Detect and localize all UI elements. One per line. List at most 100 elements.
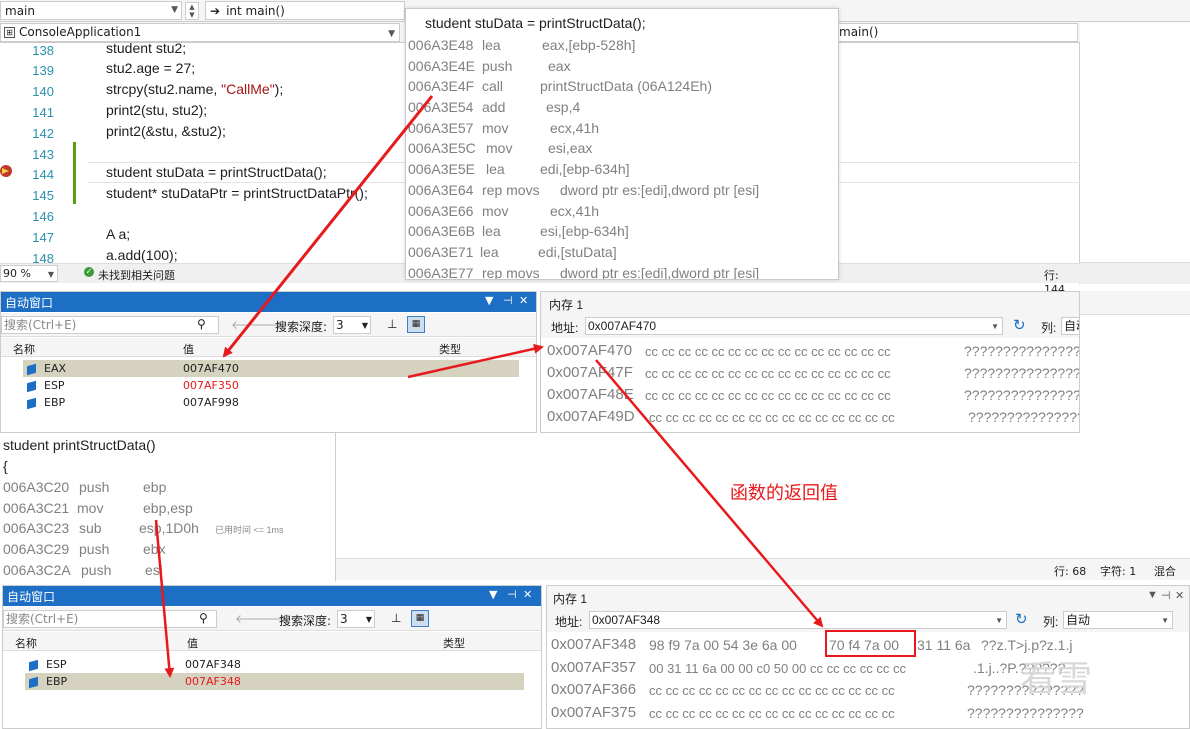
col-value[interactable]: 值 [183, 341, 194, 357]
chevron-down-icon: ▼ [47, 270, 54, 279]
autos-title: 自动窗口 [7, 589, 56, 604]
code-line: student stu2; [106, 40, 187, 56]
refresh-icon[interactable]: ↻ [1013, 316, 1026, 334]
memory-ascii: ??????????????? [964, 365, 1080, 381]
project-icon: ⊞ [4, 27, 15, 38]
chevron-down-icon: ▼ [1161, 616, 1169, 625]
close-icon[interactable]: ✕ [1175, 589, 1184, 602]
col-type[interactable]: 类型 [443, 635, 465, 651]
line-number: 143 [32, 147, 54, 162]
address-input[interactable]: 0x007AF470 ▼ [585, 317, 1003, 335]
search-icon[interactable]: ⚲ [199, 611, 208, 625]
autos-search-bar: 搜索(Ctrl+E) ⚲ 🡐 🡒 搜索深度: 3 ▼ ⊥ ▦ [3, 607, 541, 631]
table-row[interactable]: ESP 007AF348 [25, 656, 524, 673]
pin-icon[interactable]: ⊣ [503, 294, 513, 307]
columns-label: 列: [1041, 321, 1057, 335]
search-icon[interactable]: ⚲ [197, 317, 206, 331]
project-dropdown-label: ConsoleApplication1 [19, 25, 142, 39]
editor-margin-area [1080, 22, 1190, 284]
line-number: 145 [32, 188, 54, 203]
disasm-args: ecx,41h [550, 203, 600, 219]
search-depth-dropdown[interactable]: 3 ▼ [337, 610, 375, 628]
disasm-op: push [79, 479, 110, 495]
function-dropdown[interactable]: ➔ int main() [205, 1, 405, 20]
disasm-op: mov [486, 140, 513, 156]
disasm-addr: 006A3E48 [408, 37, 474, 53]
table-row[interactable]: EBP 007AF348 [25, 673, 524, 690]
disasm-op: sub [79, 520, 102, 536]
code-line: A a; [106, 226, 131, 242]
member-dropdown[interactable]: main() [838, 23, 1078, 42]
address-label: 地址: [551, 321, 579, 335]
disasm-addr: 006A3C23 [3, 520, 70, 536]
memory-address: 0x007AF348 [551, 636, 637, 653]
pin-column-icon[interactable]: ⊥ [387, 317, 397, 331]
zoom-value: 90 % [3, 267, 31, 280]
columns-value: 自动 [1064, 319, 1079, 333]
register-value: 007AF470 [183, 362, 239, 375]
memory-window-top: 内存 1 地址: 0x007AF470 ▼ ↻ 列: 自动 0x007AF470… [540, 291, 1080, 433]
close-icon[interactable]: ✕ [523, 588, 532, 601]
memory-bytes: cc cc cc cc cc cc cc cc cc cc cc cc cc c… [649, 706, 895, 721]
memory-bytes: cc cc cc cc cc cc cc cc cc cc cc cc cc c… [645, 344, 891, 359]
disasm-addr: 006A3E4F [408, 78, 475, 94]
disasm-addr: 006A3E4E [408, 58, 475, 74]
scope-dropdown[interactable]: main ▼ [0, 1, 182, 20]
search-depth-dropdown[interactable]: 3 ▼ [333, 316, 371, 334]
breakpoint-icon[interactable] [0, 165, 12, 177]
watermark-text: 看雪 [1020, 659, 1093, 700]
columns-dropdown[interactable]: 自动 ▼ [1063, 611, 1173, 629]
pin-icon[interactable]: ⊣ [1161, 589, 1171, 602]
disasm-args: esp,4 [546, 99, 581, 115]
table-row[interactable]: ESP 007AF350 [23, 377, 519, 394]
columns-dropdown[interactable]: 自动 [1061, 317, 1079, 335]
memory-ascii: ??????????????? [968, 409, 1080, 425]
pin-column-icon[interactable]: ⊥ [391, 611, 401, 625]
register-name: EBP [44, 396, 66, 409]
hex-display-toggle[interactable]: ▦ [407, 316, 425, 333]
disassembly-tooltip: student stuData = printStructData(); 006… [405, 8, 839, 280]
col-value[interactable]: 值 [187, 635, 198, 651]
address-input[interactable]: 0x007AF348 ▼ [589, 611, 1007, 629]
autos-grid-header: 名称 值 类型 [3, 632, 541, 651]
change-tracking-bar [73, 142, 76, 204]
mode-indicator: 混合 [1154, 565, 1176, 578]
memory-ascii: ??????????????? [967, 705, 1084, 721]
memory-window-bottom: 内存 1 ▼ ⊣ ✕ 地址: 0x007AF348 ▼ ↻ 列: 自动 ▼ 0x0… [546, 585, 1190, 729]
table-row[interactable]: EAX 007AF470 [23, 360, 519, 377]
refresh-icon[interactable]: ↻ [1015, 610, 1028, 628]
disasm-args: esi,eax [548, 140, 593, 156]
memory-address: 0x007AF366 [551, 681, 637, 698]
memory-address-bar: 地址: 0x007AF470 ▼ ↻ 列: 自动 [541, 314, 1079, 338]
zoom-dropdown[interactable]: 90 % ▼ [0, 265, 58, 282]
col-name[interactable]: 名称 [15, 635, 37, 651]
address-value: 0x007AF348 [592, 613, 661, 627]
elapsed-time-hint: 已用时间 <= 1ms [215, 525, 284, 535]
disasm-args: esi,[ebp-634h] [540, 223, 629, 239]
search-input[interactable]: 搜索(Ctrl+E) [1, 316, 219, 334]
register-value: 007AF348 [185, 675, 241, 688]
hex-display-toggle[interactable]: ▦ [411, 610, 429, 627]
disasm-addr: 006A3C2A [3, 562, 71, 578]
code-line: student* stuDataPtr = printStructDataPtr… [106, 185, 368, 201]
col-type[interactable]: 类型 [439, 341, 461, 357]
disasm-args: ecx,41h [550, 120, 600, 136]
search-input[interactable]: 搜索(Ctrl+E) [3, 610, 217, 628]
pin-icon[interactable]: ⊣ [507, 588, 517, 601]
split-scroll-button[interactable]: ▲ ▼ [185, 2, 199, 20]
disasm-args: dword ptr es:[edi],dword ptr [esi] [560, 182, 760, 198]
window-menu-icon[interactable]: ▼ [1147, 589, 1158, 601]
disasm-args: ebp [143, 479, 167, 495]
close-icon[interactable]: ✕ [519, 294, 528, 307]
memory-address: 0x007AF48E [547, 386, 634, 403]
code-line: student stuData = printStructData(); [106, 164, 327, 180]
register-value: 007AF998 [183, 396, 239, 409]
window-menu-icon[interactable]: ▼ [485, 294, 493, 307]
col-name[interactable]: 名称 [13, 341, 35, 357]
project-dropdown[interactable]: ⊞ ConsoleApplication1 ▼ [0, 23, 400, 42]
table-row[interactable]: EBP 007AF998 [23, 394, 519, 411]
disasm-args: esi [145, 562, 163, 578]
disasm-args: ebp,esp [143, 500, 193, 516]
window-menu-icon[interactable]: ▼ [489, 588, 497, 601]
memory-address: 0x007AF470 [547, 342, 633, 359]
